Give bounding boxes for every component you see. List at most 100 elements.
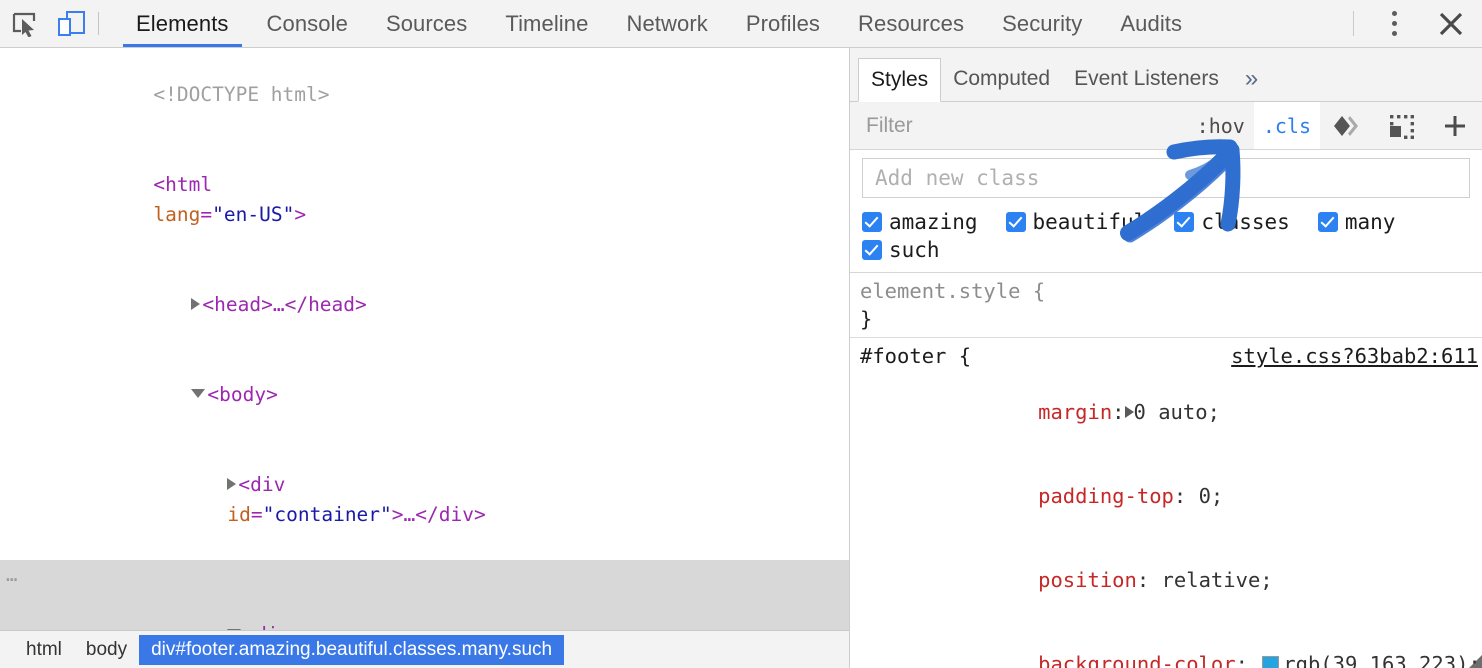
toolbar-right-divider [1353,11,1354,36]
class-toggle-amazing[interactable]: amazing [862,210,978,234]
toolbar-separator [98,12,99,35]
chevron-double-right-icon[interactable]: » [1231,57,1272,101]
tab-profiles[interactable]: Profiles [727,0,839,47]
declaration-margin[interactable]: margin:0 auto; [860,370,1482,454]
selector-footer[interactable]: #footer { [860,342,971,370]
value-padding-top[interactable]: 0; [1199,484,1224,508]
color-swatch-icon[interactable] [1262,656,1279,668]
new-style-rule-icon[interactable] [1374,102,1428,149]
class-label-classes: classes [1201,210,1290,234]
declaration-background-color[interactable]: background-color: rgb(39,163,223); [860,622,1482,668]
expand-shorthand-icon[interactable] [1125,406,1134,418]
dom-node-head[interactable]: <head>…</head> [0,260,849,350]
breadcrumb-item-footer[interactable]: div#footer.amazing.beautiful.classes.man… [139,635,564,665]
css-rules-list: element.style { } #footer { style.css?63… [850,273,1482,668]
value-margin[interactable]: 0 auto; [1134,400,1220,424]
selector-element-style[interactable]: element.style { [860,277,1045,305]
toolbar-right-group [1353,0,1482,47]
collapse-triangle-icon[interactable] [191,389,205,398]
tab-resources[interactable]: Resources [839,0,983,47]
prop-position[interactable]: position [1038,568,1137,592]
tab-resources-label: Resources [858,11,964,37]
tab-elements[interactable]: Elements [117,0,248,47]
tab-elements-label: Elements [136,11,229,37]
checkbox-checked-icon[interactable] [1318,212,1338,232]
dom-node-doctype[interactable]: <!DOCTYPE html> [0,50,849,140]
dom-node-body[interactable]: <body> [0,350,849,440]
value-position[interactable]: relative; [1162,568,1273,592]
declaration-padding-top[interactable]: padding-top: 0; [860,454,1482,538]
tab-profiles-label: Profiles [746,11,820,37]
device-toolbar-icon[interactable] [48,0,96,47]
dom-node-container[interactable]: <div id="container">…</div> [0,440,849,560]
dom-tree[interactable]: <!DOCTYPE html> <html lang="en-US"> <hea… [0,48,849,630]
tab-computed[interactable]: Computed [941,57,1062,101]
add-new-class-input[interactable]: Add new class [862,158,1470,198]
declaration-position[interactable]: position: relative; [860,538,1482,622]
class-label-many: many [1345,210,1396,234]
more-vertical-icon[interactable] [1368,0,1420,47]
checkbox-checked-icon[interactable] [1006,212,1026,232]
prop-padding-top[interactable]: padding-top [1038,484,1174,508]
close-icon[interactable] [1420,0,1482,47]
checkbox-checked-icon[interactable] [862,212,882,232]
dom-node-footer-selected[interactable]: … <div id="footer" class="amazing beauti… [0,560,849,630]
breadcrumb-item-html[interactable]: html [14,635,74,665]
add-style-rule-button[interactable] [1428,102,1482,149]
tab-event-listeners[interactable]: Event Listeners [1062,57,1231,101]
class-toggle-beautiful[interactable]: beautiful [1006,210,1147,234]
class-toggle-many[interactable]: many [1318,210,1396,234]
tab-computed-label: Computed [953,67,1050,91]
styles-filter-toolbar: Filter :hov .cls [850,102,1482,150]
panel-tabs: Elements Console Sources Timeline Networ… [117,0,1201,47]
filter-placeholder: Filter [866,114,913,138]
toggle-element-state-button[interactable]: :hov [1188,102,1254,149]
tab-console[interactable]: Console [248,0,367,47]
class-checkbox-list: amazing beautiful classes many [862,206,1470,262]
tab-audits-label: Audits [1120,11,1182,37]
styles-sidebar: Styles Computed Event Listeners » Filter… [850,48,1482,668]
tab-security[interactable]: Security [983,0,1101,47]
styles-panel-tabs: Styles Computed Event Listeners » [850,48,1482,102]
head-text: <head>…</head> [202,293,366,316]
class-editor: Add new class amazing beautiful classes [850,150,1482,273]
tab-sources-label: Sources [386,11,467,37]
css-rule-footer[interactable]: #footer { style.css?63bab2:611 margin:0 … [850,338,1482,668]
html-tag-name: html [165,173,212,196]
prop-background-color[interactable]: background-color [1038,652,1235,668]
class-toggle-such[interactable]: such [862,238,940,262]
breadcrumb-item-body[interactable]: body [74,635,139,665]
value-background-color[interactable]: rgb(39,163,223); [1283,652,1480,668]
css-rule-element-style[interactable]: element.style { } [850,273,1482,338]
devtools-window: Elements Console Sources Timeline Networ… [0,0,1482,668]
collapse-triangle-icon[interactable] [227,629,241,630]
tab-network[interactable]: Network [607,0,726,47]
inspect-element-icon[interactable] [0,0,48,47]
checkbox-checked-icon[interactable] [862,240,882,260]
node-overflow-dots[interactable]: … [6,560,18,590]
tab-console-label: Console [267,11,348,37]
layers-icon[interactable] [1320,102,1374,149]
stylesheet-source-link[interactable]: style.css?63bab2:611 [1231,342,1482,370]
prop-margin[interactable]: margin [1038,400,1112,424]
tab-sources[interactable]: Sources [367,0,486,47]
class-label-beautiful: beautiful [1033,210,1147,234]
filter-input[interactable]: Filter [850,102,1188,149]
elements-dom-panel: <!DOCTYPE html> <html lang="en-US"> <hea… [0,48,850,668]
tab-timeline[interactable]: Timeline [486,0,607,47]
rule-close-brace: } [860,305,1482,333]
class-label-amazing: amazing [889,210,978,234]
checkbox-checked-icon[interactable] [1174,212,1194,232]
class-toggle-classes[interactable]: classes [1174,210,1290,234]
html-lang-value: "en-US" [212,203,294,226]
expand-triangle-icon[interactable] [191,298,200,310]
hov-label: :hov [1197,114,1245,138]
dom-node-html[interactable]: <html lang="en-US"> [0,140,849,260]
panel-split: <!DOCTYPE html> <html lang="en-US"> <hea… [0,48,1482,668]
tab-audits[interactable]: Audits [1101,0,1201,47]
expand-triangle-icon[interactable] [227,478,236,490]
cls-label: .cls [1263,114,1311,138]
toggle-class-editor-button[interactable]: .cls [1254,102,1320,149]
html-lang-attr: lang [153,203,200,226]
tab-styles[interactable]: Styles [858,58,941,102]
